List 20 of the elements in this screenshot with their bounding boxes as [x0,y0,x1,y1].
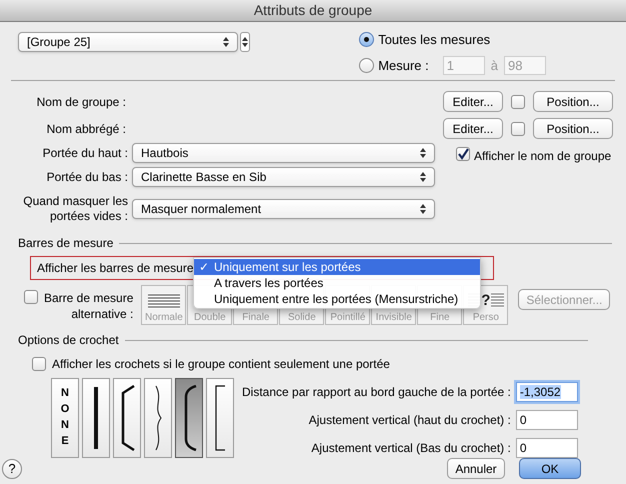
field-label: Nom abbrégé : [46,120,126,138]
radio-label: Toutes les mesures [378,31,490,49]
checkbox-label: Afficher le nom de groupe [474,148,612,165]
field-label: Afficher les barres de mesure [36,260,194,277]
field-label: Portée du haut : [42,146,128,160]
field-label: Quand masquer les portées vides : [22,194,128,224]
none-label: NONE [60,386,70,449]
section-title: Barres de mesure [18,235,114,252]
field-label: Ajustement vertical (Bas du crochet) : [311,440,511,457]
window-title: Attributs de groupe [254,1,372,20]
to-label: à [490,56,498,74]
field-label: Nom de groupe : [36,94,126,110]
field-label: Portée du bas : [46,170,128,184]
checkbox-label: Afficher les crochets si le groupe contient seulement une portée [52,356,390,373]
radio-label: Mesure : [378,56,429,74]
field-label: Ajustement vertical (haut du crochet) : [308,412,511,429]
section-title: Options de crochet [18,332,119,349]
question-symbol: ? [480,292,492,308]
field-label: Barre de mesure alternative : [44,290,134,322]
field-label: Distance par rapport au bord gauche de la portée : [242,384,511,401]
